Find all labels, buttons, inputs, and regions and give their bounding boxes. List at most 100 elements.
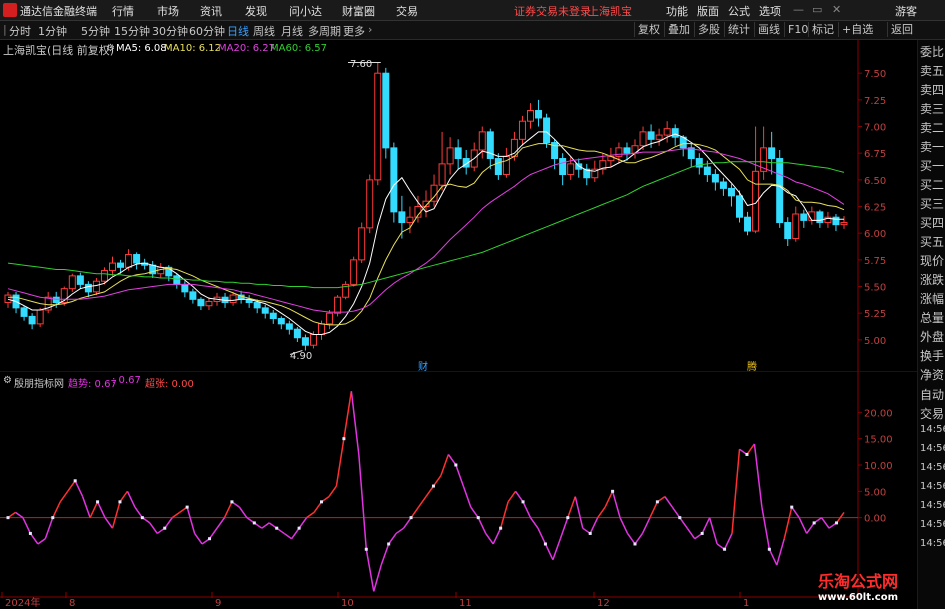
side-panel-item[interactable]: 涨跌 xyxy=(920,271,944,288)
menu-quotes[interactable]: 行情 xyxy=(112,3,134,19)
oscillator-segment xyxy=(537,527,547,545)
login-notice[interactable]: 证券交易未登录 xyxy=(514,3,591,19)
btn-add-watchlist[interactable]: +自选 xyxy=(838,22,876,37)
side-panel-item[interactable]: 卖三 xyxy=(920,100,944,117)
menu-formula[interactable]: 公式 xyxy=(728,3,750,19)
side-panel-item[interactable]: 换手 xyxy=(920,347,944,364)
trade-time-item[interactable]: 14:56 xyxy=(920,443,945,454)
close-icon[interactable]: ✕ xyxy=(832,3,841,16)
ma5-readout: MA5: 6.08 xyxy=(116,43,167,54)
side-panel-item[interactable]: 卖一 xyxy=(920,138,944,155)
period-timeshare[interactable]: 分时 xyxy=(9,23,31,39)
btn-multi-stock[interactable]: 多股 xyxy=(694,22,723,37)
side-panel-item[interactable]: 买一 xyxy=(920,157,944,174)
candle-up xyxy=(527,110,534,122)
menu-discover[interactable]: 发现 xyxy=(245,3,267,19)
y-tick-label: 7.00 xyxy=(864,123,886,134)
menu-functions[interactable]: 功能 xyxy=(666,3,688,19)
candle-down xyxy=(197,298,205,307)
side-panel-item[interactable]: 买五 xyxy=(920,233,944,250)
trade-time-item[interactable]: 14:56 xyxy=(920,538,945,549)
menu-trade[interactable]: 交易 xyxy=(396,3,418,19)
side-panel-item[interactable]: 卖四 xyxy=(920,81,944,98)
side-panel-item[interactable]: 买三 xyxy=(920,195,944,212)
candle-up xyxy=(36,309,44,325)
chevron-right-icon[interactable]: › xyxy=(368,23,372,36)
period-monthly[interactable]: 月线 xyxy=(281,23,303,39)
menu-layout[interactable]: 版面 xyxy=(697,3,719,19)
candle-down xyxy=(133,254,141,264)
side-panel-item[interactable]: 总量 xyxy=(920,309,944,326)
y-tick-label: 5.00 xyxy=(864,336,886,347)
candle-up xyxy=(518,120,526,140)
period-1min[interactable]: 1分钟 xyxy=(38,23,67,39)
trade-time-item[interactable]: 14:56 xyxy=(920,481,945,492)
btn-overlay[interactable]: 叠加 xyxy=(664,22,693,37)
side-panel-item[interactable]: 净资 xyxy=(920,366,944,383)
btn-mark[interactable]: 标记 xyxy=(808,22,837,37)
event-marker[interactable]: 腾 xyxy=(747,358,757,373)
indicator-value2-readout: : 0.67 xyxy=(112,375,141,386)
menu-options[interactable]: 选项 xyxy=(759,3,781,19)
candle-down xyxy=(736,195,743,218)
oscillator-segment xyxy=(208,527,218,540)
oscillator-point xyxy=(73,479,77,483)
side-panel-item[interactable]: 涨幅 xyxy=(920,290,944,307)
trade-time-item[interactable]: 14:56 xyxy=(920,500,945,511)
period-toolbar: | 分时 1分钟 5分钟 15分钟 30分钟 60分钟 日线 周线 月线 多周期… xyxy=(0,21,945,40)
ma20-line xyxy=(7,148,845,313)
candle-up xyxy=(68,275,76,290)
kline-chart[interactable]: 5.00 5.25 5.50 5.75 6.00 6.25 6.50 6.75 7.00 7.25… xyxy=(0,40,917,372)
side-panel-item[interactable]: 外盘 xyxy=(920,328,944,345)
oscillator-segment xyxy=(776,538,786,566)
period-more[interactable]: 更多 xyxy=(343,23,365,39)
indicator-settings-icon[interactable]: ⚙ xyxy=(3,375,12,386)
oscillator-chart[interactable]: 0.00 5.00 10.00 15.00 20.00 2024年 8 9 10 11 12 1 xyxy=(0,372,917,609)
period-60min[interactable]: 60分钟 xyxy=(189,23,225,39)
candle-down xyxy=(181,283,189,293)
trade-time-item[interactable]: 14:56 xyxy=(920,519,945,530)
side-panel-item[interactable]: 卖五 xyxy=(920,62,944,79)
settings-gear-icon[interactable]: ⚙ xyxy=(106,43,115,54)
btn-adjust[interactable]: 复权 xyxy=(634,22,663,37)
restore-icon[interactable]: ▭ xyxy=(812,3,822,16)
trade-panel-tab[interactable]: 自动 xyxy=(920,386,944,403)
btn-statistics[interactable]: 统计 xyxy=(724,22,753,37)
menu-ask-xiaoda[interactable]: 问小达 xyxy=(289,3,322,19)
x-tick-label: 10 xyxy=(341,598,354,609)
menu-wealth-circle[interactable]: 财富圈 xyxy=(342,3,375,19)
period-15min[interactable]: 15分钟 xyxy=(114,23,150,39)
period-weekly[interactable]: 周线 xyxy=(253,23,275,39)
candle-up xyxy=(446,147,454,165)
period-5min[interactable]: 5分钟 xyxy=(81,23,110,39)
oscillator-point xyxy=(185,505,189,509)
trade-time-item[interactable]: 14:56 xyxy=(920,424,945,435)
oscillator-segment xyxy=(634,533,644,545)
user-guest[interactable]: 游客 xyxy=(895,3,917,19)
candle-up xyxy=(334,296,342,314)
oscillator-segment xyxy=(432,475,442,487)
oscillator-segment xyxy=(67,480,76,492)
trade-time-item[interactable]: 14:56 xyxy=(920,462,945,473)
minimize-icon[interactable]: — xyxy=(793,3,804,16)
top-menu-bar: 通达信金融终端 行情 市场 资讯 发现 问小达 财富圈 交易 证券交易未登录 上… xyxy=(0,0,945,21)
oscillator-segment xyxy=(343,391,353,439)
side-panel-item[interactable]: 买二 xyxy=(920,176,944,193)
oscillator-point xyxy=(566,516,570,520)
side-panel-item[interactable]: 卖二 xyxy=(920,119,944,136)
btn-back[interactable]: 返回 xyxy=(887,22,916,37)
period-multi[interactable]: 多周期 xyxy=(308,23,341,39)
side-panel-item[interactable]: 买四 xyxy=(920,214,944,231)
trade-panel-tab[interactable]: 交易 xyxy=(920,405,944,422)
btn-draw[interactable]: 画线 xyxy=(754,22,783,37)
side-panel-item[interactable]: 委比 xyxy=(920,43,944,60)
period-daily[interactable]: 日线 xyxy=(227,23,249,39)
oscillator-point xyxy=(140,516,144,520)
oscillator-segment xyxy=(753,443,763,508)
side-panel-item[interactable]: 现价 xyxy=(920,252,944,269)
candle-down xyxy=(711,174,719,183)
menu-news[interactable]: 资讯 xyxy=(200,3,222,19)
finance-marker[interactable]: 财 xyxy=(418,358,428,373)
menu-market[interactable]: 市场 xyxy=(157,3,179,19)
period-30min[interactable]: 30分钟 xyxy=(152,23,188,39)
